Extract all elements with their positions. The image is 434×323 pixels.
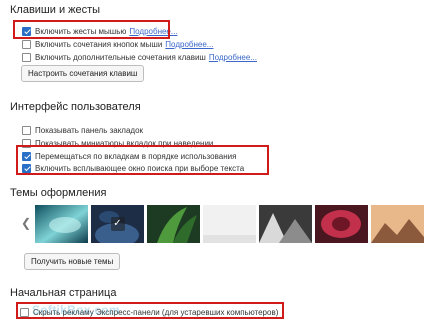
theme-tile[interactable] (315, 205, 368, 243)
theme-tile[interactable] (147, 205, 200, 243)
extra-shortcuts-label: Включить дополнительные сочетания клавиш (35, 52, 206, 62)
themes-section-title: Темы оформления (10, 187, 107, 199)
start-section-title: Начальная страница (10, 287, 117, 299)
watermark: SoftikBox.com (32, 303, 120, 317)
selected-check-icon: ✓ (110, 217, 125, 231)
mouse-buttons-option[interactable]: Включить сочетания кнопок мыши Подробнее… (22, 38, 213, 50)
extra-shortcuts-checkbox[interactable] (22, 52, 31, 62)
mouse-buttons-checkbox[interactable] (22, 39, 31, 49)
highlight-mouse-gestures (13, 20, 170, 39)
theme-tile-selected[interactable]: ✓ (91, 205, 144, 243)
mouse-buttons-more-link[interactable]: Подробнее... (165, 40, 213, 49)
highlight-ui-options (16, 145, 269, 175)
extra-shortcuts-option[interactable]: Включить дополнительные сочетания клавиш… (22, 51, 257, 63)
mouse-buttons-label: Включить сочетания кнопок мыши (35, 39, 163, 49)
extra-shortcuts-more-link[interactable]: Подробнее... (209, 53, 257, 62)
bookmarks-bar-option[interactable]: Показывать панель закладок (22, 124, 143, 136)
theme-tile[interactable] (203, 205, 256, 243)
ui-section-title: Интерфейс пользователя (10, 101, 141, 113)
theme-tile[interactable] (371, 205, 424, 243)
keys-section-title: Клавиши и жесты (10, 4, 101, 16)
theme-tile[interactable] (35, 205, 88, 243)
bookmarks-bar-checkbox[interactable] (22, 125, 31, 135)
configure-shortcuts-button[interactable]: Настроить сочетания клавиш (21, 65, 145, 82)
chevron-left-icon[interactable]: ❮ (21, 216, 31, 230)
theme-tile[interactable] (259, 205, 312, 243)
get-new-themes-button[interactable]: Получить новые темы (24, 253, 121, 270)
bookmarks-bar-label: Показывать панель закладок (35, 125, 144, 135)
